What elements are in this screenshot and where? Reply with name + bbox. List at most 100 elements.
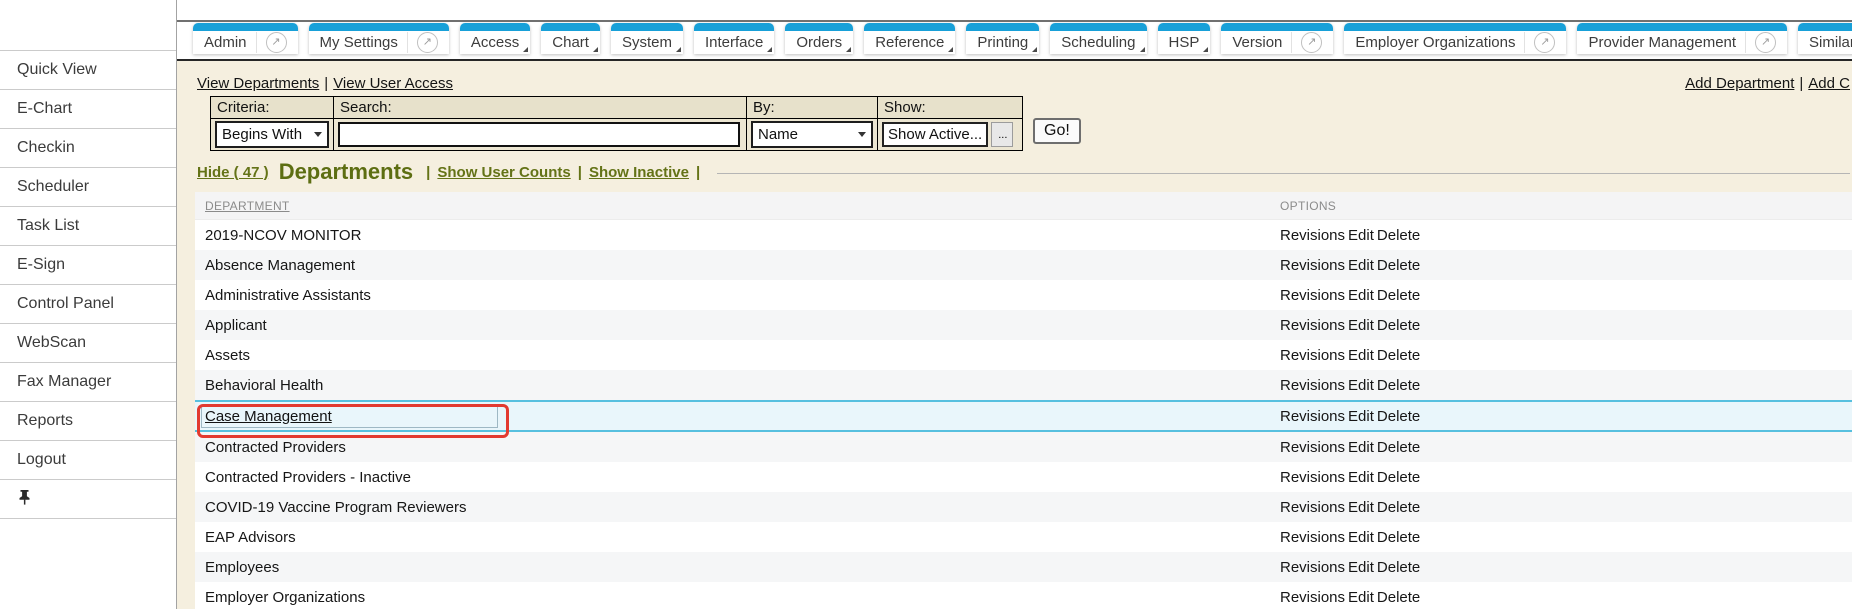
tab-hsp[interactable]: HSP [1158,23,1211,54]
sidebar-pin-button[interactable] [0,480,176,519]
sidebar-item-fax-manager[interactable]: Fax Manager [0,363,176,402]
tab-my-settings[interactable]: My Settings ↗ [309,23,449,54]
show-inactive-link[interactable]: Show Inactive [589,164,689,181]
edit-link[interactable]: Edit [1348,227,1374,244]
tab-system[interactable]: System [611,23,683,54]
edit-link[interactable]: Edit [1348,559,1374,576]
sidebar-item-webscan[interactable]: WebScan [0,324,176,363]
table-row[interactable]: Contracted Providers RevisionsEditDelete [195,432,1852,462]
by-select[interactable]: Name [751,121,873,148]
add-more-link[interactable]: Add C [1808,75,1850,92]
sidebar-item-e-chart[interactable]: E-Chart [0,90,176,129]
table-row[interactable]: 2019-NCOV MONITOR RevisionsEditDelete [195,220,1852,250]
show-filter-value[interactable]: Show Active... [882,122,988,147]
delete-link[interactable]: Delete [1377,317,1420,334]
delete-link[interactable]: Delete [1377,589,1420,606]
edit-link[interactable]: Edit [1348,408,1374,425]
edit-link[interactable]: Edit [1348,439,1374,456]
add-department-link[interactable]: Add Department [1685,75,1794,92]
delete-link[interactable]: Delete [1377,227,1420,244]
delete-link[interactable]: Delete [1377,257,1420,274]
edit-link[interactable]: Edit [1348,317,1374,334]
view-departments-link[interactable]: View Departments [197,75,319,92]
department-name[interactable]: Administrative Assistants [195,287,1280,304]
department-link[interactable]: Case Management [205,408,332,425]
revisions-link[interactable]: Revisions [1280,227,1345,244]
table-row[interactable]: EAP Advisors RevisionsEditDelete [195,522,1852,552]
edit-link[interactable]: Edit [1348,377,1374,394]
delete-link[interactable]: Delete [1377,439,1420,456]
tab-employer-organizations[interactable]: Employer Organizations ↗ [1344,23,1566,54]
department-name[interactable]: 2019-NCOV MONITOR [195,227,1280,244]
table-row[interactable]: Absence Management RevisionsEditDelete [195,250,1852,280]
tab-provider-management[interactable]: Provider Management ↗ [1577,23,1787,54]
sidebar-item-logout[interactable]: Logout [0,441,176,480]
show-user-counts-link[interactable]: Show User Counts [437,164,570,181]
sidebar-item-scheduler[interactable]: Scheduler [0,168,176,207]
revisions-link[interactable]: Revisions [1280,529,1345,546]
tab-admin[interactable]: Admin ↗ [193,23,298,54]
tab-access[interactable]: Access [460,23,530,54]
tab-interface[interactable]: Interface [694,23,774,54]
delete-link[interactable]: Delete [1377,287,1420,304]
delete-link[interactable]: Delete [1377,559,1420,576]
revisions-link[interactable]: Revisions [1280,439,1345,456]
search-input[interactable] [338,122,740,147]
go-button[interactable]: Go! [1033,118,1081,144]
department-name[interactable]: Contracted Providers - Inactive [195,469,1280,486]
department-name[interactable]: Employer Organizations [195,589,1280,606]
table-row[interactable]: Contracted Providers - Inactive Revision… [195,462,1852,492]
table-row[interactable]: Employer Organizations RevisionsEditDele… [195,582,1852,609]
tab-scheduling[interactable]: Scheduling [1050,23,1146,54]
revisions-link[interactable]: Revisions [1280,469,1345,486]
table-row[interactable]: COVID-19 Vaccine Program Reviewers Revis… [195,492,1852,522]
sidebar-item-e-sign[interactable]: E-Sign [0,246,176,285]
sidebar-item-quick-view[interactable]: Quick View [0,51,176,90]
delete-link[interactable]: Delete [1377,469,1420,486]
delete-link[interactable]: Delete [1377,499,1420,516]
table-row[interactable]: Case Management RevisionsEditDelete [195,400,1852,432]
open-in-new-window-icon[interactable]: ↗ [407,32,438,53]
revisions-link[interactable]: Revisions [1280,377,1345,394]
table-row[interactable]: Assets RevisionsEditDelete [195,340,1852,370]
hide-count-link[interactable]: Hide ( 47 ) [197,164,269,181]
open-in-new-window-icon[interactable]: ↗ [1524,32,1555,53]
open-in-new-window-icon[interactable]: ↗ [1291,32,1322,53]
edit-link[interactable]: Edit [1348,287,1374,304]
tab-chart[interactable]: Chart [541,23,600,54]
department-name[interactable]: Case Management [195,405,1280,428]
view-user-access-link[interactable]: View User Access [333,75,453,92]
sidebar-item-control-panel[interactable]: Control Panel [0,285,176,324]
revisions-link[interactable]: Revisions [1280,589,1345,606]
department-name[interactable]: EAP Advisors [195,529,1280,546]
tab-version[interactable]: Version ↗ [1221,23,1333,54]
table-row[interactable]: Employees RevisionsEditDelete [195,552,1852,582]
department-name[interactable]: Assets [195,347,1280,364]
tab-orders[interactable]: Orders [785,23,853,54]
table-row[interactable]: Administrative Assistants RevisionsEditD… [195,280,1852,310]
edit-link[interactable]: Edit [1348,257,1374,274]
department-name[interactable]: Contracted Providers [195,439,1280,456]
table-row[interactable]: Applicant RevisionsEditDelete [195,310,1852,340]
open-in-new-window-icon[interactable]: ↗ [1745,32,1776,53]
delete-link[interactable]: Delete [1377,408,1420,425]
department-name[interactable]: Employees [195,559,1280,576]
edit-link[interactable]: Edit [1348,469,1374,486]
show-filter-more-button[interactable]: ... [991,122,1013,147]
department-name[interactable]: Absence Management [195,257,1280,274]
edit-link[interactable]: Edit [1348,347,1374,364]
revisions-link[interactable]: Revisions [1280,317,1345,334]
department-name[interactable]: Applicant [195,317,1280,334]
department-name[interactable]: COVID-19 Vaccine Program Reviewers [195,499,1280,516]
table-row[interactable]: Behavioral Health RevisionsEditDelete [195,370,1852,400]
sidebar-item-checkin[interactable]: Checkin [0,129,176,168]
sidebar-item-reports[interactable]: Reports [0,402,176,441]
edit-link[interactable]: Edit [1348,499,1374,516]
revisions-link[interactable]: Revisions [1280,499,1345,516]
tab-similar-exposure-groups-segs[interactable]: Similar Exposure Groups (SEGs) ↗ [1798,23,1852,54]
column-header-department[interactable]: DEPARTMENT [195,199,1280,213]
edit-link[interactable]: Edit [1348,529,1374,546]
revisions-link[interactable]: Revisions [1280,347,1345,364]
open-in-new-window-icon[interactable]: ↗ [256,32,287,53]
delete-link[interactable]: Delete [1377,347,1420,364]
